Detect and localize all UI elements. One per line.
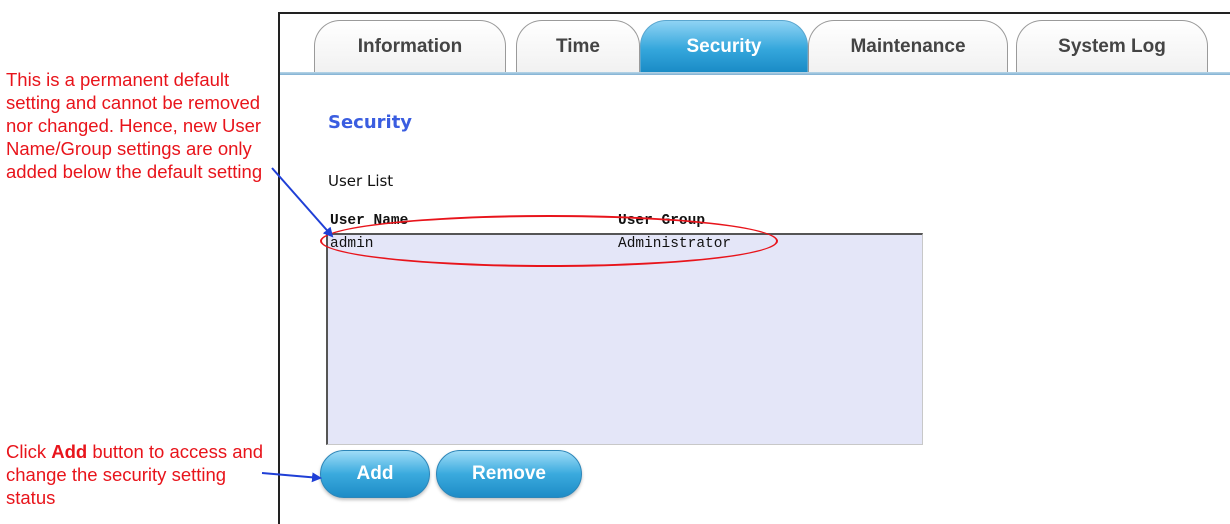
tab-security[interactable]: Security (640, 20, 808, 72)
user-list-box[interactable]: admin Administrator (326, 233, 923, 445)
tab-time[interactable]: Time (516, 20, 640, 72)
annotation-bold: Add (51, 441, 88, 462)
user-name-cell: admin (330, 236, 374, 252)
annotation-default-setting: This is a permanent default setting and … (6, 69, 263, 182)
user-list-label: User List (328, 172, 394, 190)
user-group-cell: Administrator (618, 236, 732, 252)
annotation-add-button: Click Add button to access and change th… (6, 440, 276, 509)
annotation-prefix: Click (6, 441, 52, 462)
tab-maintenance[interactable]: Maintenance (808, 20, 1008, 72)
tab-system-log[interactable]: System Log (1016, 20, 1208, 72)
column-header-user-name: User Name (330, 213, 409, 229)
remove-button[interactable]: Remove (436, 450, 582, 498)
page-title: Security (328, 112, 413, 133)
tab-underline (280, 72, 1230, 75)
column-header-user-group: User Group (618, 213, 706, 229)
tab-information[interactable]: Information (314, 20, 506, 72)
list-item[interactable]: admin Administrator (328, 235, 922, 255)
add-button[interactable]: Add (320, 450, 430, 498)
